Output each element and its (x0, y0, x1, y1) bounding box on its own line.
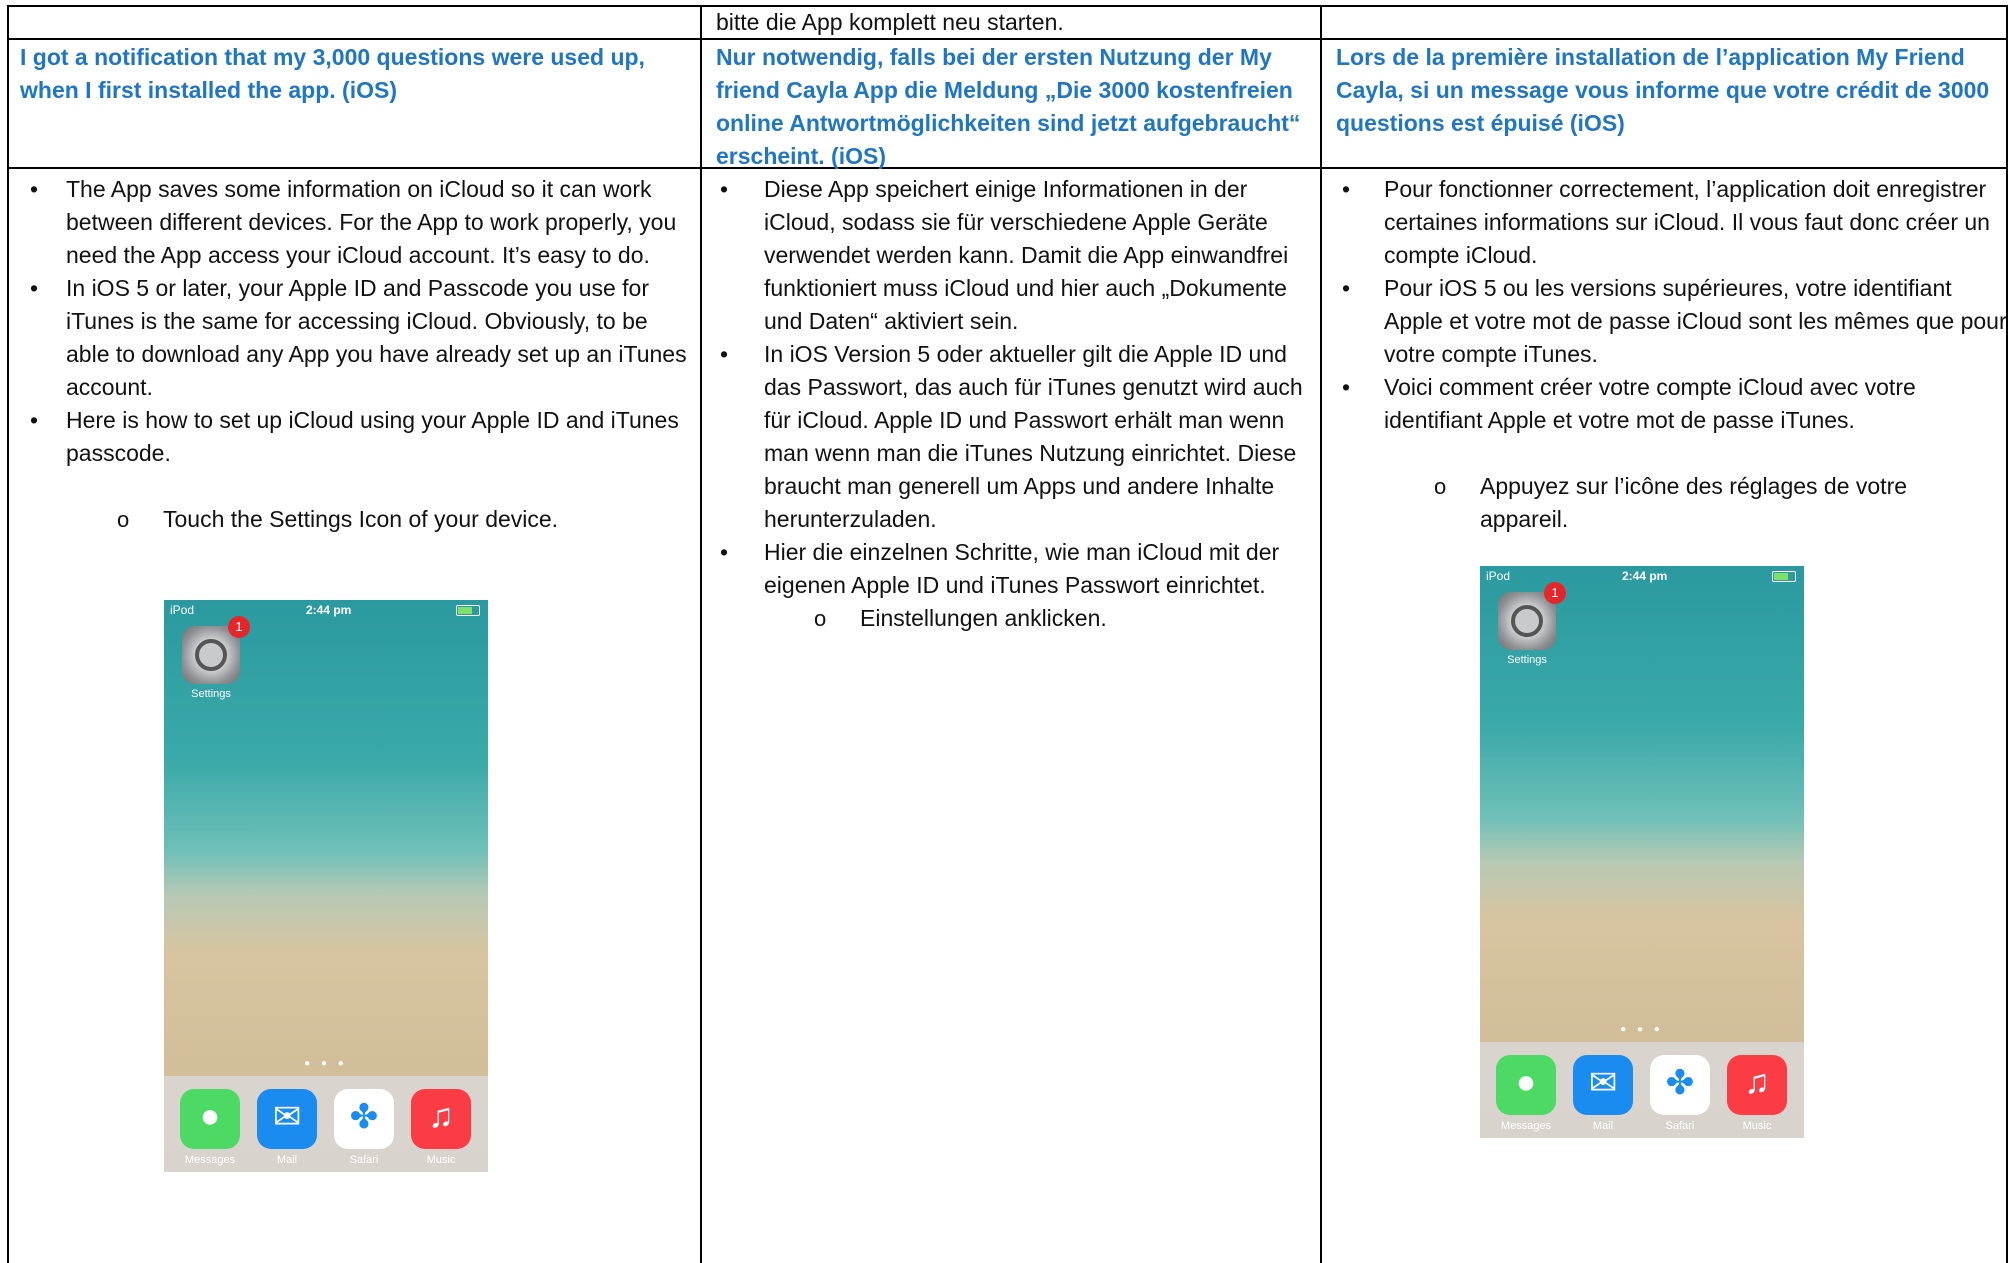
dock-label-music: Music (426, 1154, 456, 1166)
notification-badge: 1 (228, 616, 250, 638)
messages-app-icon[interactable]: ● (180, 1089, 240, 1149)
sub-item-fr: o Appuyez sur l’icône des réglages de vo… (1322, 470, 1950, 536)
phone-screenshot-en: iPod 2:44 pm 1 Settings ● ● ● ● ✉ ✤ ♫ Me… (164, 600, 488, 1172)
speech-bubble-icon: ● (199, 1097, 221, 1135)
mail-app-icon[interactable]: ✉ (257, 1089, 317, 1149)
carrier-label: iPod (1486, 569, 1511, 583)
music-app-icon[interactable]: ♫ (1727, 1055, 1787, 1115)
gear-icon (1511, 605, 1543, 637)
content-de: • Diese App speichert einige Information… (702, 173, 1318, 635)
carrier-label: iPod (170, 603, 195, 617)
list-item: • Pour fonctionner correctement, l’appli… (1322, 173, 2010, 272)
bullet-list-en: • The App saves some information on iClo… (8, 173, 698, 470)
bullet-text: Pour iOS 5 ou les versions supérieures, … (1384, 275, 2007, 367)
envelope-icon: ✉ (1588, 1064, 1618, 1102)
sub-item-text: Touch the Settings Icon of your device. (163, 506, 559, 532)
list-item: • Diese App speichert einige Information… (702, 173, 1310, 338)
bullet-glyph: • (719, 341, 729, 367)
safari-app-icon[interactable]: ✤ (334, 1089, 394, 1149)
clock-label: 2:44 pm (1622, 569, 1668, 583)
settings-app-label: Settings (1507, 654, 1547, 666)
list-item: • Voici comment créer votre compte iClou… (1322, 371, 2010, 437)
speech-bubble-icon: ● (1515, 1063, 1537, 1101)
bullet-text: Here is how to set up iCloud using your … (66, 407, 679, 466)
status-bar: iPod 2:44 pm (164, 600, 488, 620)
bullet-glyph: • (719, 539, 729, 565)
bullet-text: Pour fonctionner correctement, l’applica… (1384, 176, 1990, 268)
dock-label-music: Music (1742, 1120, 1772, 1132)
dock-label-safari: Safari (1665, 1120, 1695, 1132)
messages-app-icon[interactable]: ● (1496, 1055, 1556, 1115)
list-item: • In iOS 5 or later, your Apple ID and P… (8, 272, 692, 404)
bullet-text: Hier die einzelnen Schritte, wie man iCl… (764, 539, 1280, 598)
status-bar: iPod 2:44 pm (1480, 566, 1804, 586)
dock-label-messages: Messages (1500, 1120, 1552, 1132)
bullet-list-de: • Diese App speichert einige Information… (702, 173, 1318, 602)
battery-icon (1772, 571, 1796, 582)
bullet-glyph: • (1341, 374, 1351, 400)
gear-icon (195, 639, 227, 671)
heading-en: I got a notification that my 3,000 quest… (20, 44, 645, 103)
phone-screenshot-fr: iPod 2:44 pm 1 Settings ● ● ● ● ✉ ✤ ♫ Me… (1480, 566, 1804, 1138)
sub-bullet-glyph: o (117, 507, 130, 532)
dock-label-mail: Mail (1592, 1120, 1614, 1132)
sub-bullet-glyph: o (1434, 474, 1447, 499)
bullet-glyph: • (29, 176, 39, 202)
bullet-text: In iOS 5 or later, your Apple ID and Pas… (66, 275, 687, 400)
bullet-text: The App saves some information on iCloud… (66, 176, 677, 268)
bullet-glyph: • (29, 275, 39, 301)
music-note-icon: ♫ (428, 1097, 454, 1135)
bullet-text: Diese App speichert einige Informationen… (764, 176, 1289, 334)
sub-item-de: o Einstellungen anklicken. (702, 602, 1318, 635)
compass-icon: ✤ (1665, 1064, 1695, 1102)
list-item: • Here is how to set up iCloud using you… (8, 404, 692, 470)
dock: ● ✉ ✤ ♫ Messages Mail Safari Music (1480, 1042, 1804, 1138)
table-border-row1 (8, 38, 2008, 40)
heading-fr: Lors de la première installation de l’ap… (1336, 44, 1990, 136)
battery-icon (456, 605, 480, 616)
music-note-icon: ♫ (1744, 1063, 1770, 1101)
dock-label-safari: Safari (349, 1154, 379, 1166)
bullet-glyph: • (1341, 176, 1351, 202)
top-row-text-de: bitte die App komplett neu starten. (716, 9, 1064, 35)
settings-app-label: Settings (191, 688, 231, 700)
bullet-text: In iOS Version 5 oder aktueller gilt die… (764, 341, 1303, 532)
music-app-icon[interactable]: ♫ (411, 1089, 471, 1149)
table-border-top (8, 5, 2008, 7)
bullet-list-fr: • Pour fonctionner correctement, l’appli… (1322, 173, 2007, 437)
heading-de: Nur notwendig, falls bei der ersten Nutz… (716, 44, 1301, 169)
sub-item-text: Appuyez sur l’icône des réglages de votr… (1480, 473, 1908, 532)
list-item: • Pour iOS 5 ou les versions supérieures… (1322, 272, 2010, 371)
sub-item-text: Einstellungen anklicken. (860, 605, 1107, 631)
content-fr: • Pour fonctionner correctement, l’appli… (1322, 173, 2007, 536)
bullet-glyph: • (29, 407, 39, 433)
sub-item-en: o Touch the Settings Icon of your device… (8, 503, 698, 536)
bullet-text: Voici comment créer votre compte iCloud … (1384, 374, 1916, 433)
notification-badge: 1 (1544, 582, 1566, 604)
safari-app-icon[interactable]: ✤ (1650, 1055, 1710, 1115)
dock: ● ✉ ✤ ♫ Messages Mail Safari Music (164, 1076, 488, 1172)
envelope-icon: ✉ (272, 1098, 302, 1136)
clock-label: 2:44 pm (306, 603, 352, 617)
bullet-glyph: • (1341, 275, 1351, 301)
compass-icon: ✤ (349, 1098, 379, 1136)
list-item: • The App saves some information on iClo… (8, 173, 692, 272)
dock-label-messages: Messages (184, 1154, 236, 1166)
bullet-glyph: • (719, 176, 729, 202)
page-dots: ● ● ● (304, 1058, 348, 1069)
content-en: • The App saves some information on iClo… (8, 173, 698, 536)
list-item: • In iOS Version 5 oder aktueller gilt d… (702, 338, 1310, 536)
sub-bullet-glyph: o (814, 606, 827, 631)
list-item: • Hier die einzelnen Schritte, wie man i… (702, 536, 1310, 602)
mail-app-icon[interactable]: ✉ (1573, 1055, 1633, 1115)
dock-label-mail: Mail (276, 1154, 298, 1166)
page-dots: ● ● ● (1620, 1024, 1664, 1035)
